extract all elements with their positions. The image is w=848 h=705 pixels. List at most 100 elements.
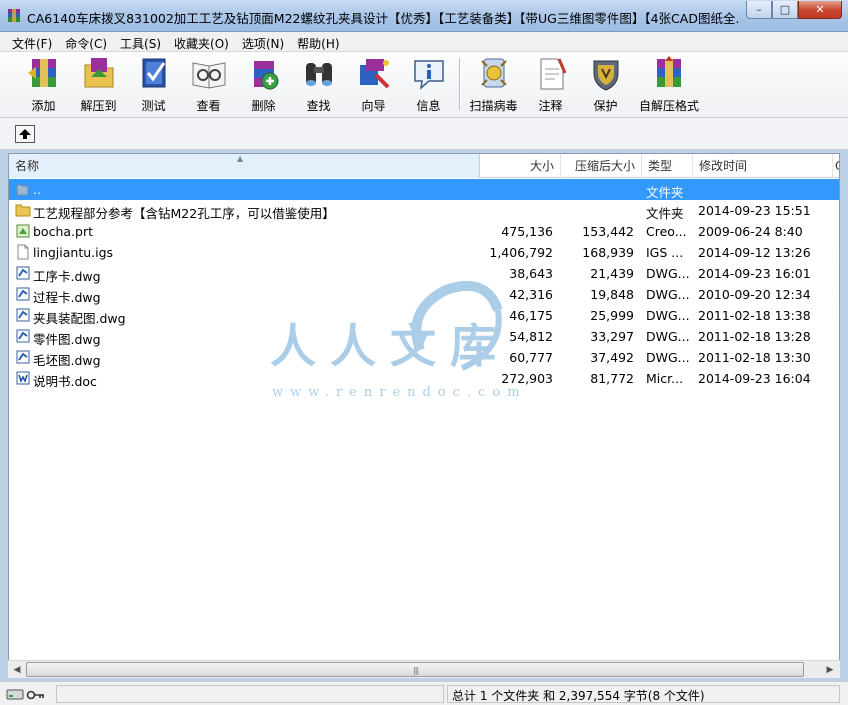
scrollbar-thumb[interactable]: |||: [26, 662, 804, 677]
column-size[interactable]: 大小: [480, 154, 561, 178]
file-crc: 1: [838, 371, 839, 386]
list-item[interactable]: 夹具装配图.dwg 46,175 25,999 DWG... 2011-02-1…: [9, 305, 839, 326]
file-crc: 2: [838, 245, 839, 260]
list-item[interactable]: .. 文件夹: [9, 179, 839, 200]
test-button[interactable]: 测试: [126, 55, 181, 115]
info-label: 信息: [416, 99, 441, 113]
file-size: 42,316: [509, 287, 553, 302]
file-crc: 2: [838, 308, 839, 323]
find-button[interactable]: 查找: [291, 55, 346, 115]
grip-icon: |||: [413, 666, 419, 675]
dwg-file-icon: [16, 266, 30, 280]
maximize-button[interactable]: □: [772, 1, 798, 19]
find-icon: [305, 63, 332, 86]
extract-to-label: 解压到: [80, 99, 117, 113]
menu-bar: 文件(F) 命令(C) 工具(S) 收藏夹(O) 选项(N) 帮助(H): [0, 32, 848, 52]
file-list[interactable]: 名称 ▲ 大小 压缩后大小 类型 修改时间 C .. 文件夹 工艺规程部分参考【…: [8, 153, 840, 678]
protect-button[interactable]: 保护: [578, 55, 633, 115]
menu-file[interactable]: 文件(F): [6, 32, 59, 51]
file-name: 工序卡.dwg: [33, 269, 101, 284]
title-bar: CA6140车床拨叉831002加工工艺及钻顶面M22螺纹孔夹具设计【优秀】【工…: [0, 0, 848, 32]
file-name: 工艺规程部分参考【含钻M22孔工序，可以借鉴使用】: [33, 206, 335, 221]
status-summary: 总计 1 个文件夹 和 2,397,554 字节(8 个文件): [447, 685, 840, 703]
list-item[interactable]: bocha.prt 475,136 153,442 Creo... 2009-0…: [9, 221, 839, 242]
info-icon: [413, 60, 444, 90]
file-type: DWG...: [646, 287, 690, 302]
status-bar: 总计 1 个文件夹 和 2,397,554 字节(8 个文件): [0, 681, 848, 705]
list-item[interactable]: 说明书.doc 272,903 81,772 Micr... 2014-09-2…: [9, 368, 839, 389]
list-item[interactable]: 工艺规程部分参考【含钻M22孔工序，可以借鉴使用】 文件夹 2014-09-23…: [9, 200, 839, 221]
virus-scan-button[interactable]: 扫描病毒: [466, 55, 521, 115]
delete-button[interactable]: 删除: [236, 55, 291, 115]
list-item[interactable]: 过程卡.dwg 42,316 19,848 DWG... 2010-09-20 …: [9, 284, 839, 305]
file-name: lingjiantu.igs: [33, 245, 114, 260]
column-packed[interactable]: 压缩后大小: [561, 154, 642, 178]
file-type: DWG...: [646, 266, 690, 281]
wizard-button[interactable]: 向导: [346, 55, 401, 115]
scroll-right-icon[interactable]: ▶: [822, 662, 838, 678]
menu-help[interactable]: 帮助(H): [291, 32, 346, 51]
delete-label: 删除: [251, 99, 276, 113]
file-type: 文件夹: [646, 185, 684, 200]
file-modified: 2011-02-18 13:38: [698, 308, 811, 323]
menu-commands[interactable]: 命令(C): [59, 32, 114, 51]
close-button[interactable]: ✕: [798, 1, 842, 19]
menu-options[interactable]: 选项(N): [236, 32, 291, 51]
list-item[interactable]: 毛坯图.dwg 60,777 37,492 DWG... 2011-02-18 …: [9, 347, 839, 368]
minimize-button[interactable]: –: [746, 1, 772, 19]
wizard-icon: [359, 59, 389, 89]
list-item[interactable]: lingjiantu.igs 1,406,792 168,939 IGS ...…: [9, 242, 839, 263]
wizard-label: 向导: [361, 99, 386, 113]
file-name: 毛坯图.dwg: [33, 353, 101, 368]
menu-favorites[interactable]: 收藏夹(O): [168, 32, 236, 51]
file-size: 38,643: [509, 266, 553, 281]
file-type: DWG...: [646, 308, 690, 323]
folder-icon: [15, 204, 31, 217]
file-modified: 2014-09-23 16:01: [698, 266, 811, 281]
prt-file-icon: [16, 224, 30, 238]
comment-button[interactable]: 注释: [523, 55, 578, 115]
drive-key-icon[interactable]: [6, 686, 50, 702]
menu-tools[interactable]: 工具(S): [114, 32, 168, 51]
file-type: DWG...: [646, 329, 690, 344]
file-crc: F: [838, 224, 839, 239]
up-folder-button[interactable]: [15, 125, 35, 143]
extract-to-icon: [84, 58, 113, 88]
column-name[interactable]: 名称: [9, 154, 480, 178]
view-label: 查看: [196, 99, 221, 113]
winrar-app-icon[interactable]: [6, 8, 22, 24]
extract-to-button[interactable]: 解压到: [71, 55, 126, 115]
info-button[interactable]: 信息: [401, 55, 456, 115]
dwg-file-icon: [16, 287, 30, 301]
test-label: 测试: [141, 99, 166, 113]
file-name: 说明书.doc: [33, 374, 97, 389]
list-item[interactable]: 工序卡.dwg 38,643 21,439 DWG... 2014-09-23 …: [9, 263, 839, 284]
column-type[interactable]: 类型: [642, 154, 693, 178]
delete-icon: [253, 61, 278, 90]
virus-scan-icon: [480, 58, 507, 88]
column-crc[interactable]: C: [833, 154, 839, 178]
scroll-left-icon[interactable]: ◀: [9, 662, 25, 678]
file-size: 475,136: [501, 224, 553, 239]
view-icon: [192, 62, 225, 89]
file-modified: 2011-02-18 13:28: [698, 329, 811, 344]
column-modified[interactable]: 修改时间: [693, 154, 833, 178]
sfx-button[interactable]: 自解压格式: [633, 55, 705, 115]
add-button[interactable]: 添加: [16, 55, 71, 115]
file-packed: 81,772: [590, 371, 634, 386]
file-packed: 37,492: [590, 350, 634, 365]
file-packed: 21,439: [590, 266, 634, 281]
file-name: bocha.prt: [33, 224, 93, 239]
file-type: Micr...: [646, 371, 684, 386]
protect-label: 保护: [593, 99, 618, 113]
file-size: 54,812: [509, 329, 553, 344]
file-name: 零件图.dwg: [33, 332, 101, 347]
file-packed: 33,297: [590, 329, 634, 344]
file-crc: 1: [838, 350, 839, 365]
view-button[interactable]: 查看: [181, 55, 236, 115]
horizontal-scrollbar[interactable]: ◀ ||| ▶: [8, 660, 840, 678]
dwg-file-icon: [16, 329, 30, 343]
list-item[interactable]: 零件图.dwg 54,812 33,297 DWG... 2011-02-18 …: [9, 326, 839, 347]
dwg-file-icon: [16, 308, 30, 322]
sfx-icon: [657, 56, 681, 87]
